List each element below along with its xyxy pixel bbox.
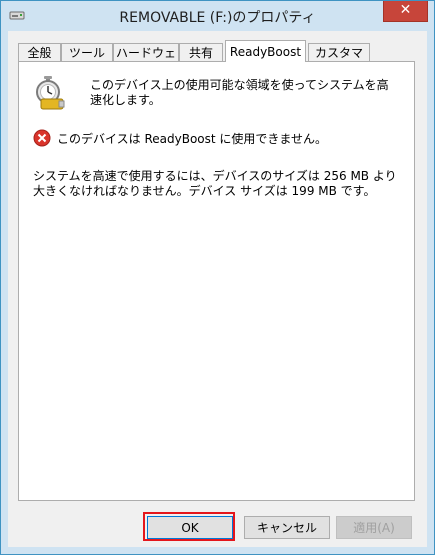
close-button[interactable]: ✕ xyxy=(383,1,428,22)
readyboost-panel: このデバイス上の使用可能な領域を使ってシステムを高速化します。 このデバイスは … xyxy=(18,61,415,501)
properties-window: REMOVABLE (F:)のプロパティ ✕ 全般 ツール ハードウェア 共有 … xyxy=(0,0,435,555)
ok-button[interactable]: OK xyxy=(147,516,233,539)
error-icon xyxy=(33,129,51,147)
size-requirement-text: システムを高速で使用するには、デバイスのサイズは 256 MB より大きくなけれ… xyxy=(33,169,397,198)
apply-button[interactable]: 適用(A) xyxy=(336,516,412,539)
title-bar[interactable]: REMOVABLE (F:)のプロパティ ✕ xyxy=(1,1,434,31)
readyboost-description: このデバイス上の使用可能な領域を使ってシステムを高速化します。 xyxy=(90,78,389,107)
tab-tools[interactable]: ツール xyxy=(61,43,113,61)
window-title: REMOVABLE (F:)のプロパティ xyxy=(119,10,316,26)
error-message: このデバイスは ReadyBoost に使用できません。 xyxy=(57,132,328,146)
tab-sharing[interactable]: 共有 xyxy=(179,43,223,61)
tab-customize[interactable]: カスタマイズ xyxy=(308,43,370,78)
tab-general[interactable]: 全般 xyxy=(18,43,61,61)
tab-readyboost[interactable]: ReadyBoost xyxy=(225,40,306,62)
readyboost-icon xyxy=(36,76,65,110)
cancel-button[interactable]: キャンセル xyxy=(244,516,330,539)
tab-hardware[interactable]: ハードウェア xyxy=(113,43,179,78)
dialog-body: 全般 ツール ハードウェア 共有 ReadyBoost カスタマイズ このデバイ… xyxy=(8,31,427,547)
